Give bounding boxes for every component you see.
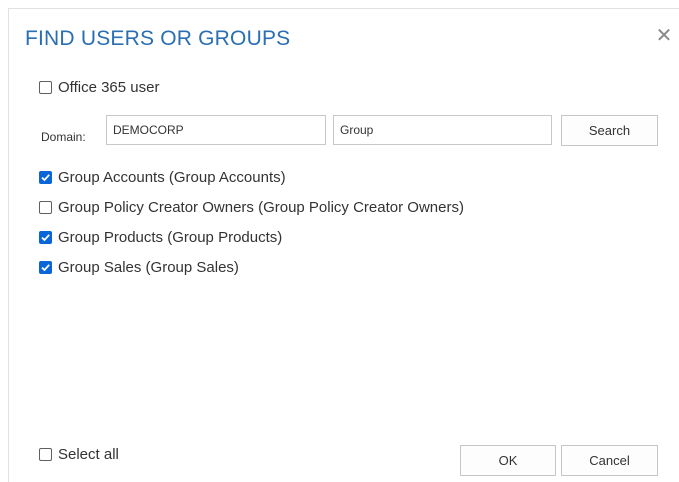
list-item-checkbox[interactable] (39, 231, 52, 244)
list-item[interactable]: Group Products (Group Products) (39, 229, 282, 246)
select-all-checkbox-box[interactable] (39, 448, 52, 461)
list-item-label: Group Sales (Group Sales) (58, 259, 239, 276)
list-item[interactable]: Group Sales (Group Sales) (39, 259, 239, 276)
list-item-checkbox[interactable] (39, 201, 52, 214)
list-item[interactable]: Group Accounts (Group Accounts) (39, 169, 286, 186)
domain-label: Domain: (41, 130, 86, 144)
list-item-label: Group Policy Creator Owners (Group Polic… (58, 199, 464, 216)
select-all-checkbox[interactable]: Select all (39, 446, 119, 463)
office365-checkbox-label: Office 365 user (58, 79, 160, 96)
search-input[interactable] (333, 115, 552, 145)
dialog-title: FIND USERS OR GROUPS (25, 27, 291, 50)
ok-button[interactable]: OK (460, 445, 556, 476)
find-users-dialog: FIND USERS OR GROUPS ✕ Office 365 user D… (8, 8, 679, 482)
list-item[interactable]: Group Policy Creator Owners (Group Polic… (39, 199, 464, 216)
cancel-button[interactable]: Cancel (561, 445, 658, 476)
domain-input[interactable] (106, 115, 326, 145)
close-icon[interactable]: ✕ (653, 25, 675, 47)
search-button[interactable]: Search (561, 115, 658, 146)
list-item-checkbox[interactable] (39, 171, 52, 184)
list-item-checkbox[interactable] (39, 261, 52, 274)
list-item-label: Group Products (Group Products) (58, 229, 283, 246)
list-item-label: Group Accounts (Group Accounts) (58, 169, 286, 186)
office365-checkbox[interactable]: Office 365 user (39, 79, 159, 96)
office365-checkbox-box[interactable] (39, 81, 52, 94)
select-all-label: Select all (58, 446, 119, 463)
